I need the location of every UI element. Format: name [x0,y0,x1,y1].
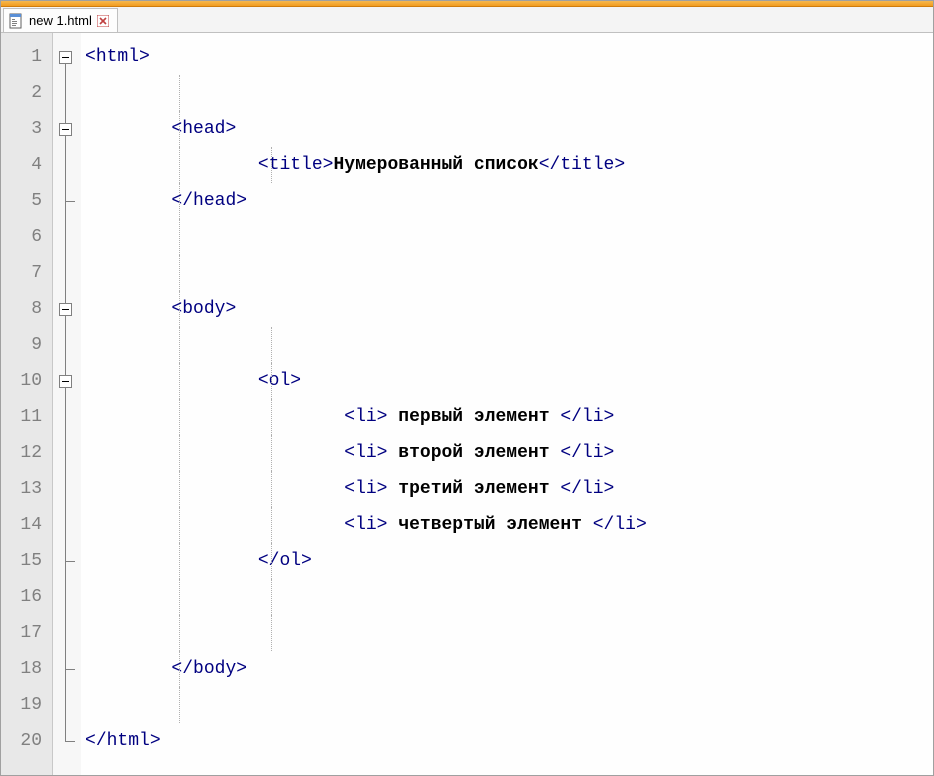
line-number: 17 [1,615,52,651]
fold-toggle-icon[interactable] [59,123,72,136]
tab-filename: new 1.html [29,13,92,28]
code-line [81,579,933,615]
code-line: </html> [81,723,933,759]
tab-bar: new 1.html [1,7,933,33]
fold-column [53,33,81,775]
fold-toggle-icon[interactable] [59,375,72,388]
code-line [81,219,933,255]
line-number: 14 [1,507,52,543]
code-area[interactable]: <html> <head> <title>Нумерованный список… [81,33,933,775]
line-number: 2 [1,75,52,111]
line-number: 18 [1,651,52,687]
code-line: </head> [81,183,933,219]
code-line: <li> первый элемент </li> [81,399,933,435]
line-number: 12 [1,435,52,471]
code-line: <li> четвертый элемент </li> [81,507,933,543]
line-number: 9 [1,327,52,363]
line-number: 4 [1,147,52,183]
close-tab-icon[interactable] [97,15,109,27]
code-line: <li> третий элемент </li> [81,471,933,507]
code-line: <html> [81,39,933,75]
code-line: <ol> [81,363,933,399]
line-number: 11 [1,399,52,435]
code-line [81,255,933,291]
editor-window: new 1.html 1 2 3 4 5 6 7 8 9 10 11 12 13… [0,0,934,776]
line-number: 6 [1,219,52,255]
line-number: 16 [1,579,52,615]
code-line: <title>Нумерованный список</title> [81,147,933,183]
code-line [81,687,933,723]
line-number: 13 [1,471,52,507]
code-line: <head> [81,111,933,147]
code-line [81,327,933,363]
file-icon [8,13,24,29]
line-number: 1 [1,39,52,75]
code-line: <body> [81,291,933,327]
code-line: <li> второй элемент </li> [81,435,933,471]
line-number: 10 [1,363,52,399]
code-line [81,75,933,111]
line-number: 7 [1,255,52,291]
line-number: 20 [1,723,52,759]
line-number: 15 [1,543,52,579]
tab-file[interactable]: new 1.html [3,8,118,32]
line-number-gutter: 1 2 3 4 5 6 7 8 9 10 11 12 13 14 15 16 1… [1,33,53,775]
code-line [81,615,933,651]
line-number: 3 [1,111,52,147]
line-number: 19 [1,687,52,723]
line-number: 5 [1,183,52,219]
fold-toggle-icon[interactable] [59,303,72,316]
code-line: </ol> [81,543,933,579]
line-number: 8 [1,291,52,327]
code-editor[interactable]: 1 2 3 4 5 6 7 8 9 10 11 12 13 14 15 16 1… [1,33,933,775]
code-line: </body> [81,651,933,687]
